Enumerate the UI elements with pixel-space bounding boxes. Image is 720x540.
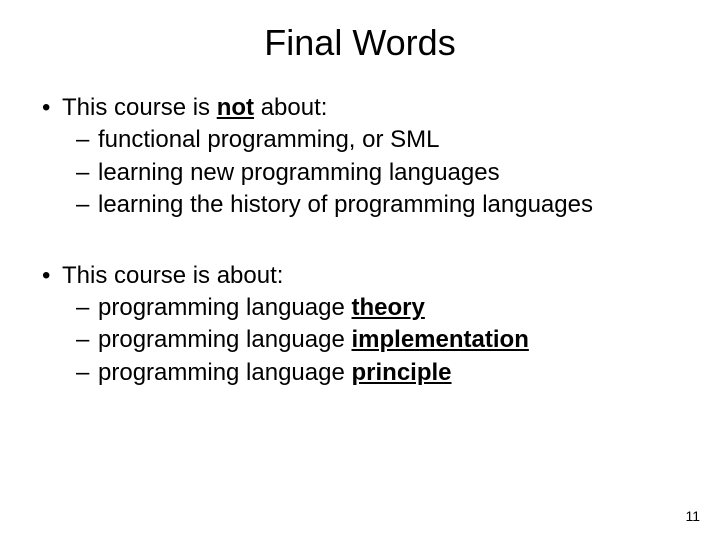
dash-icon: – bbox=[76, 324, 98, 356]
dash-icon: – bbox=[76, 292, 98, 324]
text-fragment: programming language bbox=[98, 326, 352, 353]
text-fragment: This course is bbox=[62, 94, 217, 121]
bullet-text: This course is not about: bbox=[62, 92, 327, 124]
sub-bullet-text: programming language principle bbox=[98, 357, 452, 389]
emphasis-theory: theory bbox=[352, 294, 425, 321]
bullet-dot-icon: • bbox=[36, 260, 62, 292]
sub-bullet-text: learning new programming languages bbox=[98, 157, 500, 189]
sub-bullet-text: learning the history of programming lang… bbox=[98, 189, 593, 221]
sub-bullet-text: functional programming, or SML bbox=[98, 124, 439, 156]
sub-bullet: – learning new programming languages bbox=[36, 157, 684, 189]
emphasis-not: not bbox=[217, 94, 254, 121]
sub-bullet-text: programming language theory bbox=[98, 292, 425, 324]
slide: Final Words • This course is not about: … bbox=[0, 0, 720, 540]
sub-bullet: – programming language principle bbox=[36, 357, 684, 389]
bullet-text: This course is about: bbox=[62, 260, 283, 292]
sub-bullet: – functional programming, or SML bbox=[36, 124, 684, 156]
sub-bullet: – programming language theory bbox=[36, 292, 684, 324]
sub-bullet-text: programming language implementation bbox=[98, 324, 529, 356]
text-fragment: programming language bbox=[98, 294, 352, 321]
bullet-dot-icon: • bbox=[36, 92, 62, 124]
bullet-about: • This course is about: bbox=[36, 260, 684, 292]
text-fragment: programming language bbox=[98, 359, 352, 386]
emphasis-implementation: implementation bbox=[352, 326, 529, 353]
text-fragment: about: bbox=[254, 94, 327, 121]
spacer bbox=[36, 222, 684, 260]
emphasis-principle: principle bbox=[352, 359, 452, 386]
dash-icon: – bbox=[76, 157, 98, 189]
dash-icon: – bbox=[76, 189, 98, 221]
page-number: 11 bbox=[685, 508, 700, 524]
slide-body: • This course is not about: – functional… bbox=[36, 92, 684, 389]
sub-bullet: – programming language implementation bbox=[36, 324, 684, 356]
dash-icon: – bbox=[76, 124, 98, 156]
slide-title: Final Words bbox=[36, 22, 684, 64]
sub-bullet: – learning the history of programming la… bbox=[36, 189, 684, 221]
bullet-not-about: • This course is not about: bbox=[36, 92, 684, 124]
dash-icon: – bbox=[76, 357, 98, 389]
